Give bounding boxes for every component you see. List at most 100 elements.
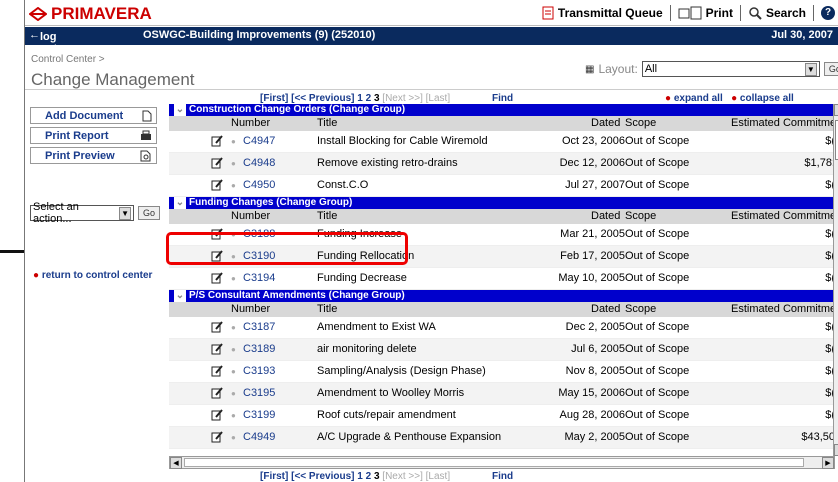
column-header-row: Number Title Dated Scope Estimated Commitme <box>169 116 835 131</box>
change-scope: Out of Scope <box>625 179 690 191</box>
table-row[interactable]: ● C3194 Funding Decrease May 10, 2005 Out of… <box>169 268 835 290</box>
add-document-button[interactable]: Add Document <box>30 107 157 124</box>
edit-icon[interactable] <box>211 272 223 287</box>
project-name: OSWGC-Building Improvements (9) (252010) <box>143 29 376 41</box>
change-group-header[interactable]: ⌄ Funding Changes (Change Group) <box>169 197 835 209</box>
layout-select[interactable]: All ▼ <box>641 61 820 77</box>
collapse-chevron-icon[interactable]: ⌄ <box>174 104 186 116</box>
horizontal-scrollbar[interactable]: ◀ ▶ <box>169 456 835 469</box>
action-select[interactable]: Select an action... ▼ <box>30 201 134 225</box>
return-to-control-center-link[interactable]: ● return to control center <box>33 270 152 281</box>
hscroll-thumb[interactable] <box>184 458 804 467</box>
change-date: Feb 17, 2005 <box>560 250 625 262</box>
col-number[interactable]: Number <box>231 116 270 131</box>
change-number-link[interactable]: C3194 <box>243 272 275 284</box>
table-row[interactable]: ● C4950 Const.C.O Jul 27, 2007 Out of Scope $… <box>169 175 835 197</box>
col-title[interactable]: Title <box>317 116 337 131</box>
col-number[interactable]: Number <box>231 209 270 224</box>
transmittal-queue-link[interactable]: Transmittal Queue <box>558 6 663 20</box>
bullet-icon: ● <box>231 137 236 146</box>
pager-page-2[interactable]: 2 <box>366 471 372 482</box>
breadcrumb[interactable]: Control Center > <box>31 54 105 65</box>
collapse-chevron-icon[interactable]: ⌄ <box>174 197 186 209</box>
pager-page-1[interactable]: 1 <box>357 93 363 104</box>
change-number-link[interactable]: C3199 <box>243 409 275 421</box>
pager-next: [Next >>] <box>382 93 423 104</box>
change-group-header[interactable]: ⌄ P/S Consultant Amendments (Change Group… <box>169 290 835 302</box>
col-scope[interactable]: Scope <box>625 302 656 317</box>
edit-icon[interactable] <box>211 157 223 172</box>
col-dated[interactable]: Dated <box>591 116 620 131</box>
find-link[interactable]: Find <box>492 93 513 104</box>
col-dated[interactable]: Dated <box>591 209 620 224</box>
change-title: Remove existing retro-drains <box>317 157 458 169</box>
scroll-right-icon[interactable]: ▶ <box>822 457 834 469</box>
expand-all-link[interactable]: expand all <box>674 93 723 104</box>
edit-icon[interactable] <box>211 179 223 194</box>
layout-go-button[interactable]: Go <box>823 62 838 76</box>
print-link[interactable]: Print <box>706 6 733 20</box>
change-number-link[interactable]: C3189 <box>243 343 275 355</box>
help-icon[interactable]: ? <box>821 6 835 20</box>
edit-icon[interactable] <box>211 135 223 150</box>
change-date: May 15, 2006 <box>558 387 625 399</box>
scroll-left-icon[interactable]: ◀ <box>170 457 182 469</box>
table-row[interactable]: ● C4949 A/C Upgrade & Penthouse Expansion M… <box>169 427 835 449</box>
change-number-link[interactable]: C4949 <box>243 431 275 443</box>
logout-link[interactable]: ← log out <box>29 29 57 55</box>
change-number-link[interactable]: C4947 <box>243 135 275 147</box>
pager-page-2[interactable]: 2 <box>366 93 372 104</box>
change-number-link[interactable]: C3187 <box>243 321 275 333</box>
change-table: ⌄ Construction Change Orders (Change Grou… <box>169 104 835 456</box>
edit-icon[interactable] <box>211 409 223 424</box>
col-title[interactable]: Title <box>317 209 337 224</box>
col-estimated[interactable]: Estimated Commitme <box>731 116 835 131</box>
table-row[interactable]: ● C4947 Install Blocking for Cable Wiremol… <box>169 131 835 153</box>
col-estimated[interactable]: Estimated Commitme <box>731 302 835 317</box>
scroll-down-icon[interactable]: ▼ <box>834 444 838 456</box>
change-scope: Out of Scope <box>625 321 690 333</box>
change-number-link[interactable]: C4948 <box>243 157 275 169</box>
col-number[interactable]: Number <box>231 302 270 317</box>
print-report-button[interactable]: Print Report <box>30 127 157 144</box>
collapse-all-link[interactable]: collapse all <box>740 93 794 104</box>
pager-page-1[interactable]: 1 <box>357 471 363 482</box>
col-dated[interactable]: Dated <box>591 302 620 317</box>
pager-first[interactable]: [First] <box>260 471 288 482</box>
table-row[interactable]: ● C3189 air monitoring delete Jul 6, 2005 Ou… <box>169 339 835 361</box>
scroll-up-icon[interactable]: ▲ <box>834 104 838 116</box>
edit-icon[interactable] <box>211 365 223 380</box>
print-preview-button[interactable]: Print Preview <box>30 147 157 164</box>
bullet-icon: ● <box>231 389 236 398</box>
change-number-link[interactable]: C3195 <box>243 387 275 399</box>
change-number-link[interactable]: C3193 <box>243 365 275 377</box>
collapse-chevron-icon[interactable]: ⌄ <box>174 290 186 302</box>
search-link[interactable]: Search <box>766 6 806 20</box>
bullet-icon: ● <box>231 367 236 376</box>
pager-first[interactable]: [First] <box>260 93 288 104</box>
pager-prev[interactable]: [<< Previous] <box>291 471 354 482</box>
edit-icon[interactable] <box>211 321 223 336</box>
edit-icon[interactable] <box>211 343 223 358</box>
table-row[interactable]: ● C3193 Sampling/Analysis (Design Phase) No… <box>169 361 835 383</box>
change-group-header[interactable]: ⌄ Construction Change Orders (Change Grou… <box>169 104 835 116</box>
change-number-link[interactable]: C4950 <box>243 179 275 191</box>
col-scope[interactable]: Scope <box>625 209 656 224</box>
table-row[interactable]: ● C4948 Remove existing retro-drains Dec 12… <box>169 153 835 175</box>
app-frame: PRIMAVERA Transmittal Queue Print Search… <box>24 0 838 482</box>
action-go-button[interactable]: Go <box>138 206 161 220</box>
find-link[interactable]: Find <box>492 471 513 482</box>
table-row[interactable]: ● C3195 Amendment to Woolley Morris May 15,… <box>169 383 835 405</box>
table-row[interactable]: ● C3199 Roof cuts/repair amendment Aug 28, … <box>169 405 835 427</box>
edit-icon[interactable] <box>211 387 223 402</box>
column-header-row: Number Title Dated Scope Estimated Commitme <box>169 209 835 224</box>
col-estimated[interactable]: Estimated Commitme <box>731 209 835 224</box>
change-date: Nov 8, 2005 <box>565 365 625 377</box>
vertical-scrollbar[interactable]: ▲ ▼ <box>833 104 838 456</box>
table-row[interactable]: ● C3187 Amendment to Exist WA Dec 2, 2005 Ou… <box>169 317 835 339</box>
edit-icon[interactable] <box>211 431 223 446</box>
col-scope[interactable]: Scope <box>625 116 656 131</box>
col-title[interactable]: Title <box>317 302 337 317</box>
change-title: Sampling/Analysis (Design Phase) <box>317 365 486 377</box>
pager-prev[interactable]: [<< Previous] <box>291 93 354 104</box>
